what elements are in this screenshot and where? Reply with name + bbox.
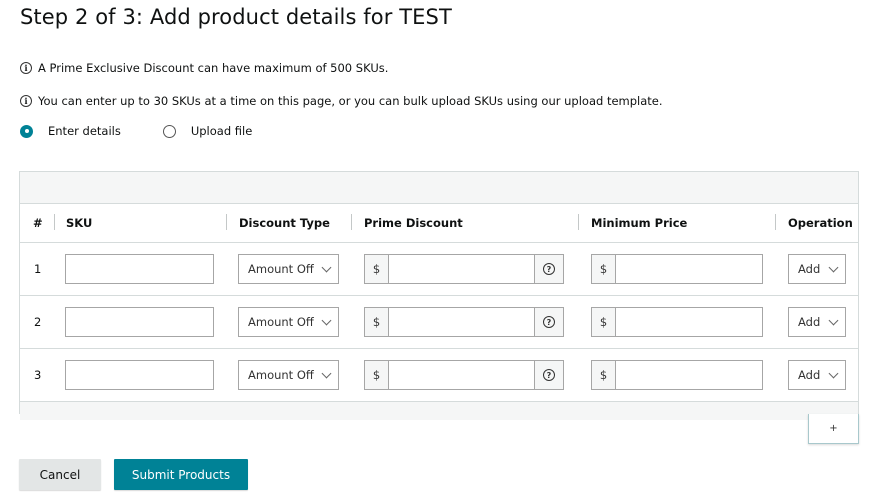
table-row: 3 Amount Off $ ? $ Add xyxy=(20,349,858,402)
info-text: A Prime Exclusive Discount can have maxi… xyxy=(38,61,389,75)
minimum-price-input-group: $ xyxy=(591,360,763,390)
table-row: 1 Amount Off $ ? $ Add xyxy=(20,243,858,296)
operation-select[interactable]: Add xyxy=(788,307,846,337)
discount-type-select[interactable]: Amount Off xyxy=(238,307,339,337)
prime-discount-input-group: $ ? xyxy=(364,360,564,390)
sku-input[interactable] xyxy=(65,360,214,390)
operation-select[interactable]: Add xyxy=(788,254,846,284)
sku-input[interactable] xyxy=(65,307,214,337)
chevron-down-icon xyxy=(828,262,839,273)
column-header-prime-discount: Prime Discount xyxy=(364,216,463,230)
discount-type-select[interactable]: Amount Off xyxy=(238,254,339,284)
help-icon: ? xyxy=(543,263,555,275)
prime-discount-input[interactable] xyxy=(389,308,534,336)
row-number: 1 xyxy=(34,262,42,276)
table-footer xyxy=(20,402,858,420)
minimum-price-input[interactable] xyxy=(616,308,762,336)
product-details-table: # SKU Discount Type Prime Discount Minim… xyxy=(19,171,859,420)
discount-type-value: Amount Off xyxy=(248,262,314,276)
radio-unselected-icon[interactable] xyxy=(162,124,176,138)
table-row: 2 Amount Off $ ? $ Add xyxy=(20,296,858,349)
column-divider xyxy=(351,214,352,230)
currency-symbol: $ xyxy=(592,308,616,336)
radio-selected-icon[interactable] xyxy=(20,124,33,138)
column-divider xyxy=(54,214,55,230)
help-button[interactable]: ? xyxy=(534,361,563,389)
info-message-bulk-upload: i You can enter up to 30 SKUs at a time … xyxy=(20,94,663,108)
help-icon: ? xyxy=(543,369,555,381)
page-title: Step 2 of 3: Add product details for TES… xyxy=(20,5,452,29)
currency-symbol: $ xyxy=(365,308,389,336)
help-button[interactable]: ? xyxy=(534,255,563,283)
discount-type-value: Amount Off xyxy=(248,315,314,329)
chevron-down-icon xyxy=(828,368,839,379)
column-header-sku: SKU xyxy=(66,216,93,230)
prime-discount-input-group: $ ? xyxy=(364,307,564,337)
entry-mode-radio-group: Enter details Upload file xyxy=(20,124,252,138)
table-header: # SKU Discount Type Prime Discount Minim… xyxy=(20,204,858,243)
minimum-price-input[interactable] xyxy=(616,361,762,389)
chevron-down-icon xyxy=(321,262,332,273)
currency-symbol: $ xyxy=(592,255,616,283)
sku-input[interactable] xyxy=(65,254,214,284)
currency-symbol: $ xyxy=(365,361,389,389)
table-toolbar xyxy=(20,172,858,204)
currency-symbol: $ xyxy=(365,255,389,283)
info-icon: i xyxy=(20,62,32,74)
column-header-minimum-price: Minimum Price xyxy=(591,216,688,230)
row-number: 2 xyxy=(34,315,42,329)
radio-label: Enter details xyxy=(48,124,121,138)
column-header-discount-type: Discount Type xyxy=(239,216,330,230)
prime-discount-input-group: $ ? xyxy=(364,254,564,284)
minimum-price-input-group: $ xyxy=(591,254,763,284)
chevron-down-icon xyxy=(321,368,332,379)
discount-type-select[interactable]: Amount Off xyxy=(238,360,339,390)
info-message-max-skus: i A Prime Exclusive Discount can have ma… xyxy=(20,61,388,75)
chevron-down-icon xyxy=(828,315,839,326)
discount-type-value: Amount Off xyxy=(248,368,314,382)
info-icon: i xyxy=(20,95,32,107)
help-button[interactable]: ? xyxy=(534,308,563,336)
add-row-button[interactable]: + xyxy=(808,414,859,444)
operation-value: Add xyxy=(798,262,821,276)
info-text: You can enter up to 30 SKUs at a time on… xyxy=(38,94,663,108)
submit-products-button[interactable]: Submit Products xyxy=(114,459,248,490)
row-number: 3 xyxy=(34,368,42,382)
minimum-price-input-group: $ xyxy=(591,307,763,337)
minimum-price-input[interactable] xyxy=(616,255,762,283)
prime-discount-input[interactable] xyxy=(389,361,534,389)
cancel-button[interactable]: Cancel xyxy=(19,459,101,490)
operation-select[interactable]: Add xyxy=(788,360,846,390)
operation-value: Add xyxy=(798,368,821,382)
chevron-down-icon xyxy=(321,315,332,326)
column-divider xyxy=(775,214,776,230)
column-divider xyxy=(226,214,227,230)
currency-symbol: $ xyxy=(592,361,616,389)
radio-enter-details[interactable]: Enter details xyxy=(20,124,121,138)
operation-value: Add xyxy=(798,315,821,329)
radio-upload-file[interactable]: Upload file xyxy=(162,124,253,138)
radio-label: Upload file xyxy=(190,124,253,138)
column-header-operation: Operation xyxy=(788,216,853,230)
prime-discount-input[interactable] xyxy=(389,255,534,283)
column-header-number: # xyxy=(33,216,43,230)
help-icon: ? xyxy=(543,316,555,328)
column-divider xyxy=(578,214,579,230)
